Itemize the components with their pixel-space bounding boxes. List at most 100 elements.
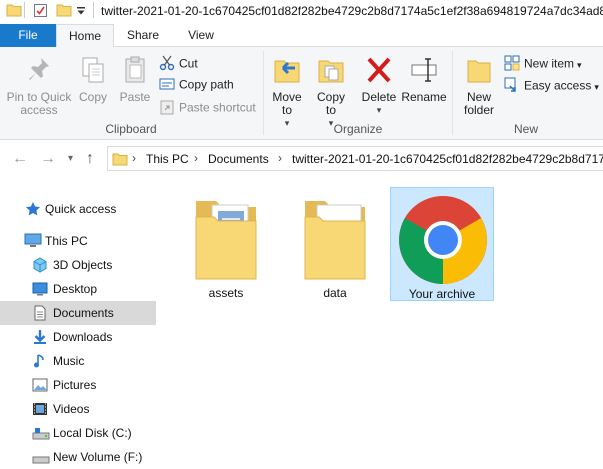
- back-arrow-icon[interactable]: ←: [12, 150, 28, 168]
- ribbon: Pin to Quick access Copy Paste Cut Copy …: [0, 47, 603, 140]
- easy-access-label: Easy access: [524, 78, 592, 93]
- separator: [24, 2, 25, 18]
- copy-path-label: Copy path: [179, 77, 234, 92]
- nav-item-pictures[interactable]: Pictures: [0, 373, 156, 397]
- chevron-right-icon[interactable]: ›: [278, 151, 282, 165]
- tab-view[interactable]: View: [172, 24, 230, 47]
- nav-item-label: This PC: [45, 234, 88, 248]
- file-item-your-archive[interactable]: Your archive: [390, 187, 494, 301]
- nav-item-this-pc[interactable]: This PC: [0, 229, 156, 253]
- drive-icon: [32, 449, 50, 468]
- properties-icon[interactable]: [33, 3, 48, 21]
- download-icon: [32, 329, 48, 348]
- star-icon: [25, 201, 41, 220]
- chevron-right-icon[interactable]: ›: [132, 151, 136, 165]
- up-arrow-icon[interactable]: ↑: [86, 150, 94, 168]
- tab-home[interactable]: Home: [56, 24, 114, 48]
- clipboard-group-label: Clipboard: [105, 122, 157, 136]
- computer-icon: [24, 233, 42, 252]
- separator: [93, 2, 94, 18]
- breadcrumb-current-folder[interactable]: twitter-2021-01-20-1c670425cf01d82f282be…: [292, 152, 603, 166]
- documents-icon: [32, 305, 48, 324]
- drive-icon: [32, 425, 50, 444]
- file-explorer-window: twitter-2021-01-20-1c670425cf01d82f282be…: [0, 0, 603, 469]
- file-list: assets data Your archive: [160, 177, 603, 469]
- breadcrumb-documents[interactable]: Documents: [208, 152, 269, 166]
- paste-shortcut-button[interactable]: Paste shortcut: [159, 99, 256, 118]
- desktop-icon: [32, 281, 48, 300]
- file-item-assets[interactable]: assets: [174, 187, 278, 301]
- music-icon: [32, 353, 48, 372]
- nav-item-desktop[interactable]: Desktop: [0, 277, 156, 301]
- pin-icon: [4, 55, 74, 88]
- organize-group-label: Organize: [333, 122, 383, 136]
- rename-button[interactable]: Rename: [401, 55, 447, 104]
- delete-label: Delete: [361, 90, 397, 104]
- address-bar[interactable]: › This PC › Documents › twitter-2021-01-…: [107, 146, 603, 171]
- chevron-right-icon[interactable]: ›: [194, 151, 198, 165]
- copy-to-label: Copy to: [316, 90, 345, 117]
- new-folder-icon: [458, 55, 500, 88]
- customize-toolbar-chevron-down-icon[interactable]: [76, 5, 86, 19]
- pictures-icon: [32, 377, 48, 396]
- copy-path-button[interactable]: Copy path: [159, 77, 234, 94]
- nav-item-label: Pictures: [53, 378, 97, 392]
- rename-icon: [401, 55, 447, 88]
- forward-arrow-icon[interactable]: →: [40, 150, 56, 168]
- nav-item-label: Videos: [53, 402, 90, 416]
- pin-to-quick-access-button[interactable]: Pin to Quick access: [4, 55, 74, 117]
- chrome-icon: [397, 194, 489, 289]
- file-name: data: [323, 286, 347, 300]
- nav-item-music[interactable]: Music: [0, 349, 156, 373]
- nav-item-label: Documents: [53, 306, 114, 320]
- nav-item-label: Quick access: [45, 202, 117, 216]
- nav-item-downloads[interactable]: Downloads: [0, 325, 156, 349]
- chevron-down-icon: ▾: [577, 59, 582, 70]
- new-folder-button[interactable]: New folder: [458, 55, 500, 117]
- breadcrumb-this-pc[interactable]: This PC: [146, 152, 189, 166]
- folder-icon: [112, 152, 128, 169]
- nav-item-new-volume-f[interactable]: New Volume (F:): [0, 445, 156, 469]
- new-item-label: New item: [524, 56, 575, 71]
- cut-button[interactable]: Cut: [159, 55, 198, 74]
- nav-item-videos[interactable]: Videos: [0, 397, 156, 421]
- new-group-label: New: [513, 122, 538, 136]
- nav-item-documents[interactable]: Documents: [0, 301, 156, 325]
- paste-button[interactable]: Paste: [116, 55, 154, 104]
- tab-share[interactable]: Share: [114, 24, 172, 47]
- tab-file[interactable]: File: [0, 24, 56, 47]
- paste-icon: [116, 55, 154, 88]
- copy-button[interactable]: Copy: [75, 55, 111, 104]
- navigation-pane: Quick access This PC 3D Objects Desktop …: [0, 177, 160, 469]
- nav-item-local-disk-c[interactable]: Local Disk (C:): [0, 421, 156, 445]
- new-folder-quick-icon[interactable]: [56, 3, 72, 20]
- chevron-down-icon: ▾: [376, 105, 382, 115]
- navigation-bar: ← → ▾ ↑ › This PC › Documents › twitter-…: [0, 141, 603, 177]
- recent-locations-chevron-down-icon[interactable]: ▾: [68, 153, 73, 164]
- delete-x-icon: [359, 55, 399, 88]
- file-item-data[interactable]: data: [283, 187, 387, 301]
- 3d-objects-icon: [32, 257, 48, 276]
- paste-label: Paste: [119, 90, 151, 104]
- title-bar: twitter-2021-01-20-1c670425cf01d82f282be…: [0, 0, 603, 24]
- copy-path-icon: [159, 77, 175, 94]
- delete-button[interactable]: Delete ▾: [359, 55, 399, 117]
- file-name: assets: [208, 286, 244, 300]
- nav-item-label: New Volume (F:): [53, 450, 143, 464]
- move-to-label: Move to: [272, 90, 302, 117]
- paste-shortcut-label: Paste shortcut: [179, 100, 256, 115]
- nav-item-label: Local Disk (C:): [53, 426, 132, 440]
- chevron-down-icon: ▾: [594, 81, 599, 92]
- copy-to-icon: [312, 55, 350, 88]
- cut-label: Cut: [179, 56, 198, 71]
- nav-item-3d-objects[interactable]: 3D Objects: [0, 253, 156, 277]
- easy-access-button[interactable]: Easy access ▾: [504, 77, 599, 96]
- nav-item-quick-access[interactable]: Quick access: [0, 197, 156, 221]
- new-item-button[interactable]: New item ▾: [504, 55, 582, 74]
- folder-icon: [192, 195, 260, 284]
- pin-label: Pin to Quick access: [6, 90, 72, 117]
- copy-to-button[interactable]: Copy to ▾: [312, 55, 350, 130]
- paste-shortcut-icon: [159, 99, 175, 118]
- ribbon-tabs: File Home Share View: [0, 24, 603, 48]
- move-to-button[interactable]: Move to ▾: [268, 55, 306, 130]
